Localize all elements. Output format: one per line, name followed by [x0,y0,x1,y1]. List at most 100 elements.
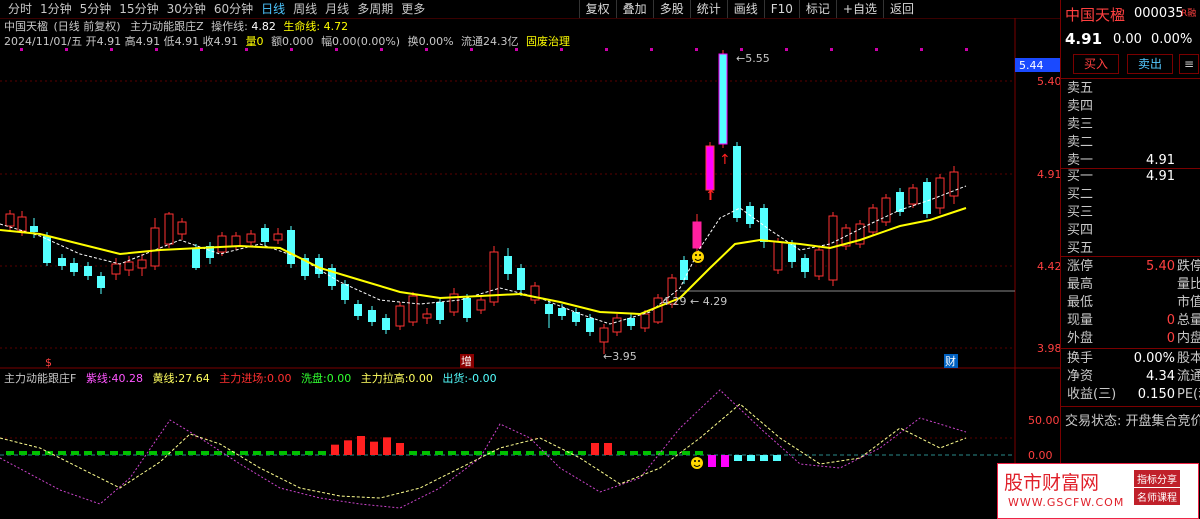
candle [84,262,92,280]
candle [368,306,376,326]
tab-6[interactable]: 日线 [257,2,289,16]
sub-bar [461,451,469,455]
row-label: 买三 [1067,205,1094,220]
sell-button[interactable]: 卖出 [1127,54,1173,74]
ask-row: 卖四 [1067,98,1200,116]
amount-text: 额0.000 [271,35,314,48]
candle [97,272,105,294]
row-label: 现量 [1067,313,1094,328]
dot-marker [695,48,698,51]
turnover-text: 换0.00% [408,34,454,48]
candle [301,254,309,280]
candle [545,300,553,328]
candle [530,282,540,304]
bid-row: 买三 [1067,204,1200,222]
divider [1061,256,1200,257]
tab-7[interactable]: 周线 [289,2,321,16]
buy-arrow-icon: ↑ [705,188,717,204]
dot-marker [560,48,563,51]
tab-1[interactable]: 1分钟 [36,2,76,16]
row-label: 卖三 [1067,117,1094,132]
quote-panel: 中国天楹 000035 R融 4.91 0.00 0.00% 买入 卖出 ≡ 卖… [1060,0,1200,519]
tab-10[interactable]: 更多 [397,2,429,16]
change-text: 幅0.00(0.00%) [321,35,400,48]
buy-arrow-icon: ↑ [719,152,731,168]
toolbar-button-3[interactable]: 统计 [689,0,727,18]
row-tail: 总量 [1177,313,1200,328]
stat-row: 净资 4.34 流通 [1067,368,1200,386]
toolbar-button-0[interactable]: 复权 [578,0,616,18]
stat-row: 最高 量比 [1067,276,1200,294]
watermark-badge: 指标分享 [1134,470,1180,487]
ask-row: 卖五 [1067,80,1200,98]
tab-8[interactable]: 月线 [321,2,353,16]
row-value: 0 [1166,331,1175,346]
candle [70,258,78,276]
tab-0[interactable]: 分时 [4,2,36,16]
candle [111,258,121,280]
event-label[interactable]: 财 [945,354,956,368]
sub-bar [305,451,313,455]
event-label[interactable]: 增 [461,354,472,368]
event-label[interactable]: $ [45,356,52,369]
op-label: 操作线: [211,19,248,33]
dot-marker [110,48,113,51]
toolbar: 复权 叠加 多股 统计 画线 F10 标记 +自选 返回 [578,0,920,18]
tab-2[interactable]: 5分钟 [76,2,116,16]
candle [273,228,283,244]
toolbar-button-4[interactable]: 画线 [726,0,764,18]
tab-9[interactable]: 多周期 [353,2,397,16]
bid-row: 买四 [1067,222,1200,240]
tab-5[interactable]: 60分钟 [210,2,257,16]
tab-4[interactable]: 30分钟 [163,2,210,16]
row-value: 5.40 [1146,259,1175,274]
row-label: 买四 [1067,223,1094,238]
sector-tag[interactable]: 固废治理 [526,34,570,48]
quote-price: 4.91 [1065,30,1103,48]
low-mark: ←3.95 [603,350,637,363]
candle [164,212,174,248]
watermark-logo: 股市财富网 指标分享 名师课程 WWW.GSCFW.COM [997,463,1199,519]
sub-bar [734,455,742,461]
bid-row: 买一 4.91 [1067,168,1200,186]
watermark-title: 股市财富网 [1004,472,1100,494]
toolbar-button-5[interactable]: F10 [763,0,799,18]
toolbar-button-8[interactable]: 返回 [882,0,920,18]
dot-marker [920,48,923,51]
sub-bar [318,451,326,455]
candle [841,224,851,250]
ohlc-text: 2024/11/01/五 开4.91 高4.91 低4.91 收4.91 [4,34,238,48]
candle [287,226,295,268]
sub-bar [344,440,352,455]
candle [206,242,214,264]
toolbar-button-6[interactable]: 标记 [798,0,836,18]
row-value: 4.91 [1146,169,1175,184]
indicator-name: 主力动能跟庄Z [130,19,204,33]
sub-bar [604,443,612,455]
ask-row: 卖二 [1067,134,1200,152]
sub-bar [279,451,287,455]
quote-stock-code: 000035 [1134,6,1184,21]
buy-button[interactable]: 买入 [1073,54,1119,74]
menu-icon[interactable]: ≡ [1179,54,1199,74]
dot-marker [515,48,518,51]
row-label: 换手 [1067,351,1094,366]
bid-row: 买二 [1067,186,1200,204]
candle [935,174,945,214]
sub-bar [331,444,339,455]
row-tail: 跌停 [1177,259,1200,274]
toolbar-button-2[interactable]: 多股 [652,0,690,18]
price-axis-label: 3.98 [1037,342,1060,355]
candle [408,292,418,326]
tab-3[interactable]: 15分钟 [115,2,162,16]
price-axis-label: 4.42 [1037,260,1060,273]
dot-marker [65,48,68,51]
margin-badge: R融 [1181,9,1197,19]
toolbar-button-7[interactable]: +自选 [835,0,883,18]
quote-stock-name: 中国天楹 [1065,6,1126,24]
kline-chart[interactable]: 中国天楹 (日线 前复权) 主力动能跟庄Z 操作线: 4.82 生命线: 4.7… [0,18,1060,519]
sub-bar [552,451,560,455]
toolbar-button-1[interactable]: 叠加 [615,0,653,18]
candle [217,232,227,256]
price-axis-label: 4.91 [1037,168,1060,181]
